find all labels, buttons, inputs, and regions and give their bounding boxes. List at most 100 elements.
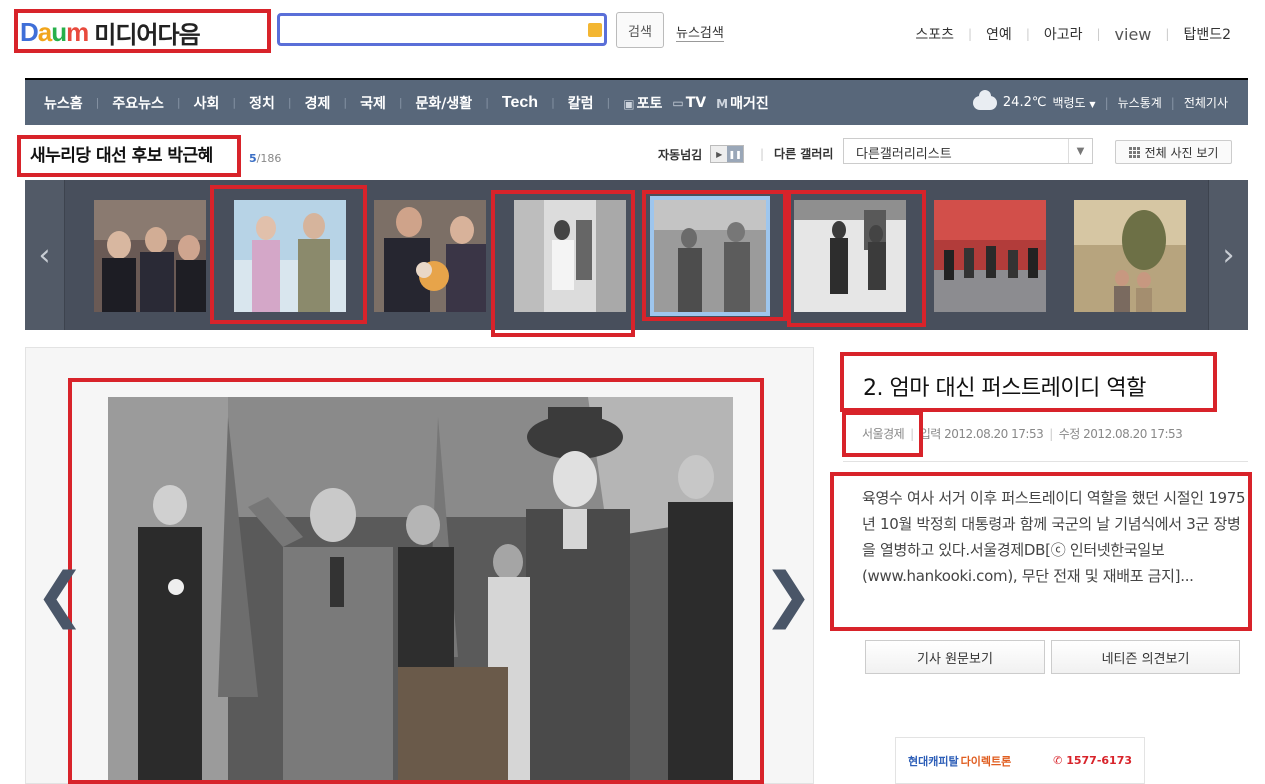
nav-tech[interactable]: Tech [502,94,538,112]
topnav-sports[interactable]: 스포츠 [915,24,954,44]
view-original-button[interactable]: 기사 원문보기 [865,640,1045,674]
all-photos-button[interactable]: 전체 사진 보기 [1115,140,1232,164]
chevron-right-icon: ❯ [763,560,814,630]
ad-phone-number: 1577-6173 [1066,754,1132,767]
other-gallery-label: 다른 갤러리 [774,147,834,161]
thumbnail-1[interactable] [94,200,206,312]
divider: | [176,96,181,109]
divider: | [95,96,100,109]
thumbnail-3[interactable] [374,200,486,312]
ad-phone: ✆ 1577-6173 [1053,754,1132,767]
divider: | [606,96,611,109]
daum-wordmark: Daum [20,16,89,47]
gallery-counter: 5/186 [249,152,281,165]
photo-icon: ▣ [623,96,635,111]
divider: | [287,96,292,109]
ad-brand: 현대캐피탈 [908,754,959,768]
topnav-agora[interactable]: 아고라 [1044,24,1083,44]
nav-tv-label: TV [685,94,707,111]
nav-magazine-label: 매거진 [730,95,769,112]
divider: | [1025,27,1030,41]
autoplay-label: 자동넘김 [658,147,703,162]
thumbnail-4[interactable] [514,200,626,312]
divider: | [1096,27,1101,41]
prev-photo-button[interactable]: ❮ [35,560,85,630]
gallery-title: 새누리당 대선 후보 박근혜 [30,146,213,166]
thumbnail-image [654,200,766,312]
thumbnail-image [374,200,486,312]
news-search-link[interactable]: 뉴스검색 [676,22,724,42]
article-meta: 서울경제 | 입력 2012.08.20 17:53 | 수정 2012.08.… [862,425,1183,442]
chevron-down-icon: ▼ [1068,139,1092,163]
nav-tv[interactable]: ▭ TV [672,95,706,111]
search-dropdown-icon[interactable] [588,23,602,37]
strip-next-button[interactable]: › [1208,180,1248,330]
nav-all-articles[interactable]: 전체기사 [1184,94,1228,111]
chevron-left-icon: ‹ [38,237,51,273]
cloud-icon [972,89,997,110]
nav-top-news[interactable]: 주요뉴스 [112,93,164,113]
nav-politics[interactable]: 정치 [249,93,275,113]
divider: | [1165,27,1170,41]
weather-location-label: 백령도 [1052,96,1086,110]
gallery-current: 5 [249,152,257,165]
topnav-entertainment[interactable]: 연예 [986,24,1012,44]
nav-economy[interactable]: 경제 [305,93,331,113]
divider: | [398,96,403,109]
play-icon[interactable]: ▶ [711,146,728,162]
divider: | [1049,426,1053,441]
thumbnail-strip: ‹ › [25,180,1248,330]
phone-icon: ✆ [1053,754,1063,767]
strip-prev-button[interactable]: ‹ [25,180,65,330]
divider [843,461,1248,462]
nav-society[interactable]: 사회 [194,93,220,113]
main-photo [108,397,733,784]
divider: | [760,146,765,161]
topnav-view[interactable]: view [1115,25,1152,44]
search-input[interactable] [277,13,607,46]
nav-column[interactable]: 칼럼 [568,93,594,113]
weather-temp: 24.2℃ [1002,95,1047,110]
nav-culture[interactable]: 문화/생활 [416,93,473,113]
chevron-down-icon: ▼ [1089,100,1096,109]
article-summary: 육영수 여사 서거 이후 퍼스트레이디 역할을 했던 시절인 1975년 10월… [862,489,1246,585]
thumbnail-image [514,200,626,312]
nav-news-stats[interactable]: 뉴스통계 [1118,94,1162,111]
autoplay-toggle: ▶ ❚❚ [710,145,745,163]
search-button[interactable]: 검색 [616,12,664,48]
thumbnail-7[interactable] [934,200,1046,312]
thumbnail-image [1074,200,1186,312]
grid-icon [1128,146,1140,158]
magazine-icon: M [716,96,729,111]
nav-news-home[interactable]: 뉴스홈 [44,93,83,113]
thumbnail-image [94,200,206,312]
topnav-topband[interactable]: 탑밴드2 [1183,24,1231,44]
nav-world[interactable]: 국제 [360,93,386,113]
daum-logo[interactable]: Daum 미디어다음 [20,14,201,50]
article-input-date: 입력 2012.08.20 17:53 [919,427,1044,441]
logo-service-name: 미디어다음 [94,20,200,49]
thumbnail-8[interactable] [1074,200,1186,312]
pause-icon[interactable]: ❚❚ [727,146,744,162]
all-photos-label: 전체 사진 보기 [1144,145,1219,160]
article-title: 2. 엄마 대신 퍼스트레이디 역할 [863,376,1146,401]
thumbnail-5-selected[interactable] [650,196,770,316]
thumbnail-2[interactable] [234,200,346,312]
chevron-left-icon: ❮ [35,560,86,630]
article-edit-date: 수정 2012.08.20 17:53 [1058,427,1183,441]
weather-location[interactable]: 백령도 ▼ [1052,94,1095,111]
divider: | [910,426,914,441]
next-photo-button[interactable]: ❯ [763,560,813,630]
top-service-nav: 스포츠 | 연예 | 아고라 | view | 탑밴드2 [915,24,1231,44]
divider: | [232,96,237,109]
nav-magazine[interactable]: M 매거진 [716,93,769,113]
ad-banner[interactable]: 현대캐피탈 다이렉트론 ✆ 1577-6173 [895,737,1145,784]
divider: | [968,27,973,41]
thumbnail-6[interactable] [794,200,906,312]
other-gallery-select[interactable]: 다른갤러리리스트 ▼ [843,138,1093,164]
nav-photo[interactable]: ▣ 포토 [623,93,662,113]
comments-button[interactable]: 네티즌 의견보기 [1051,640,1240,674]
divider: | [485,96,489,109]
thumbnail-image [934,200,1046,312]
article-source[interactable]: 서울경제 [862,425,905,442]
